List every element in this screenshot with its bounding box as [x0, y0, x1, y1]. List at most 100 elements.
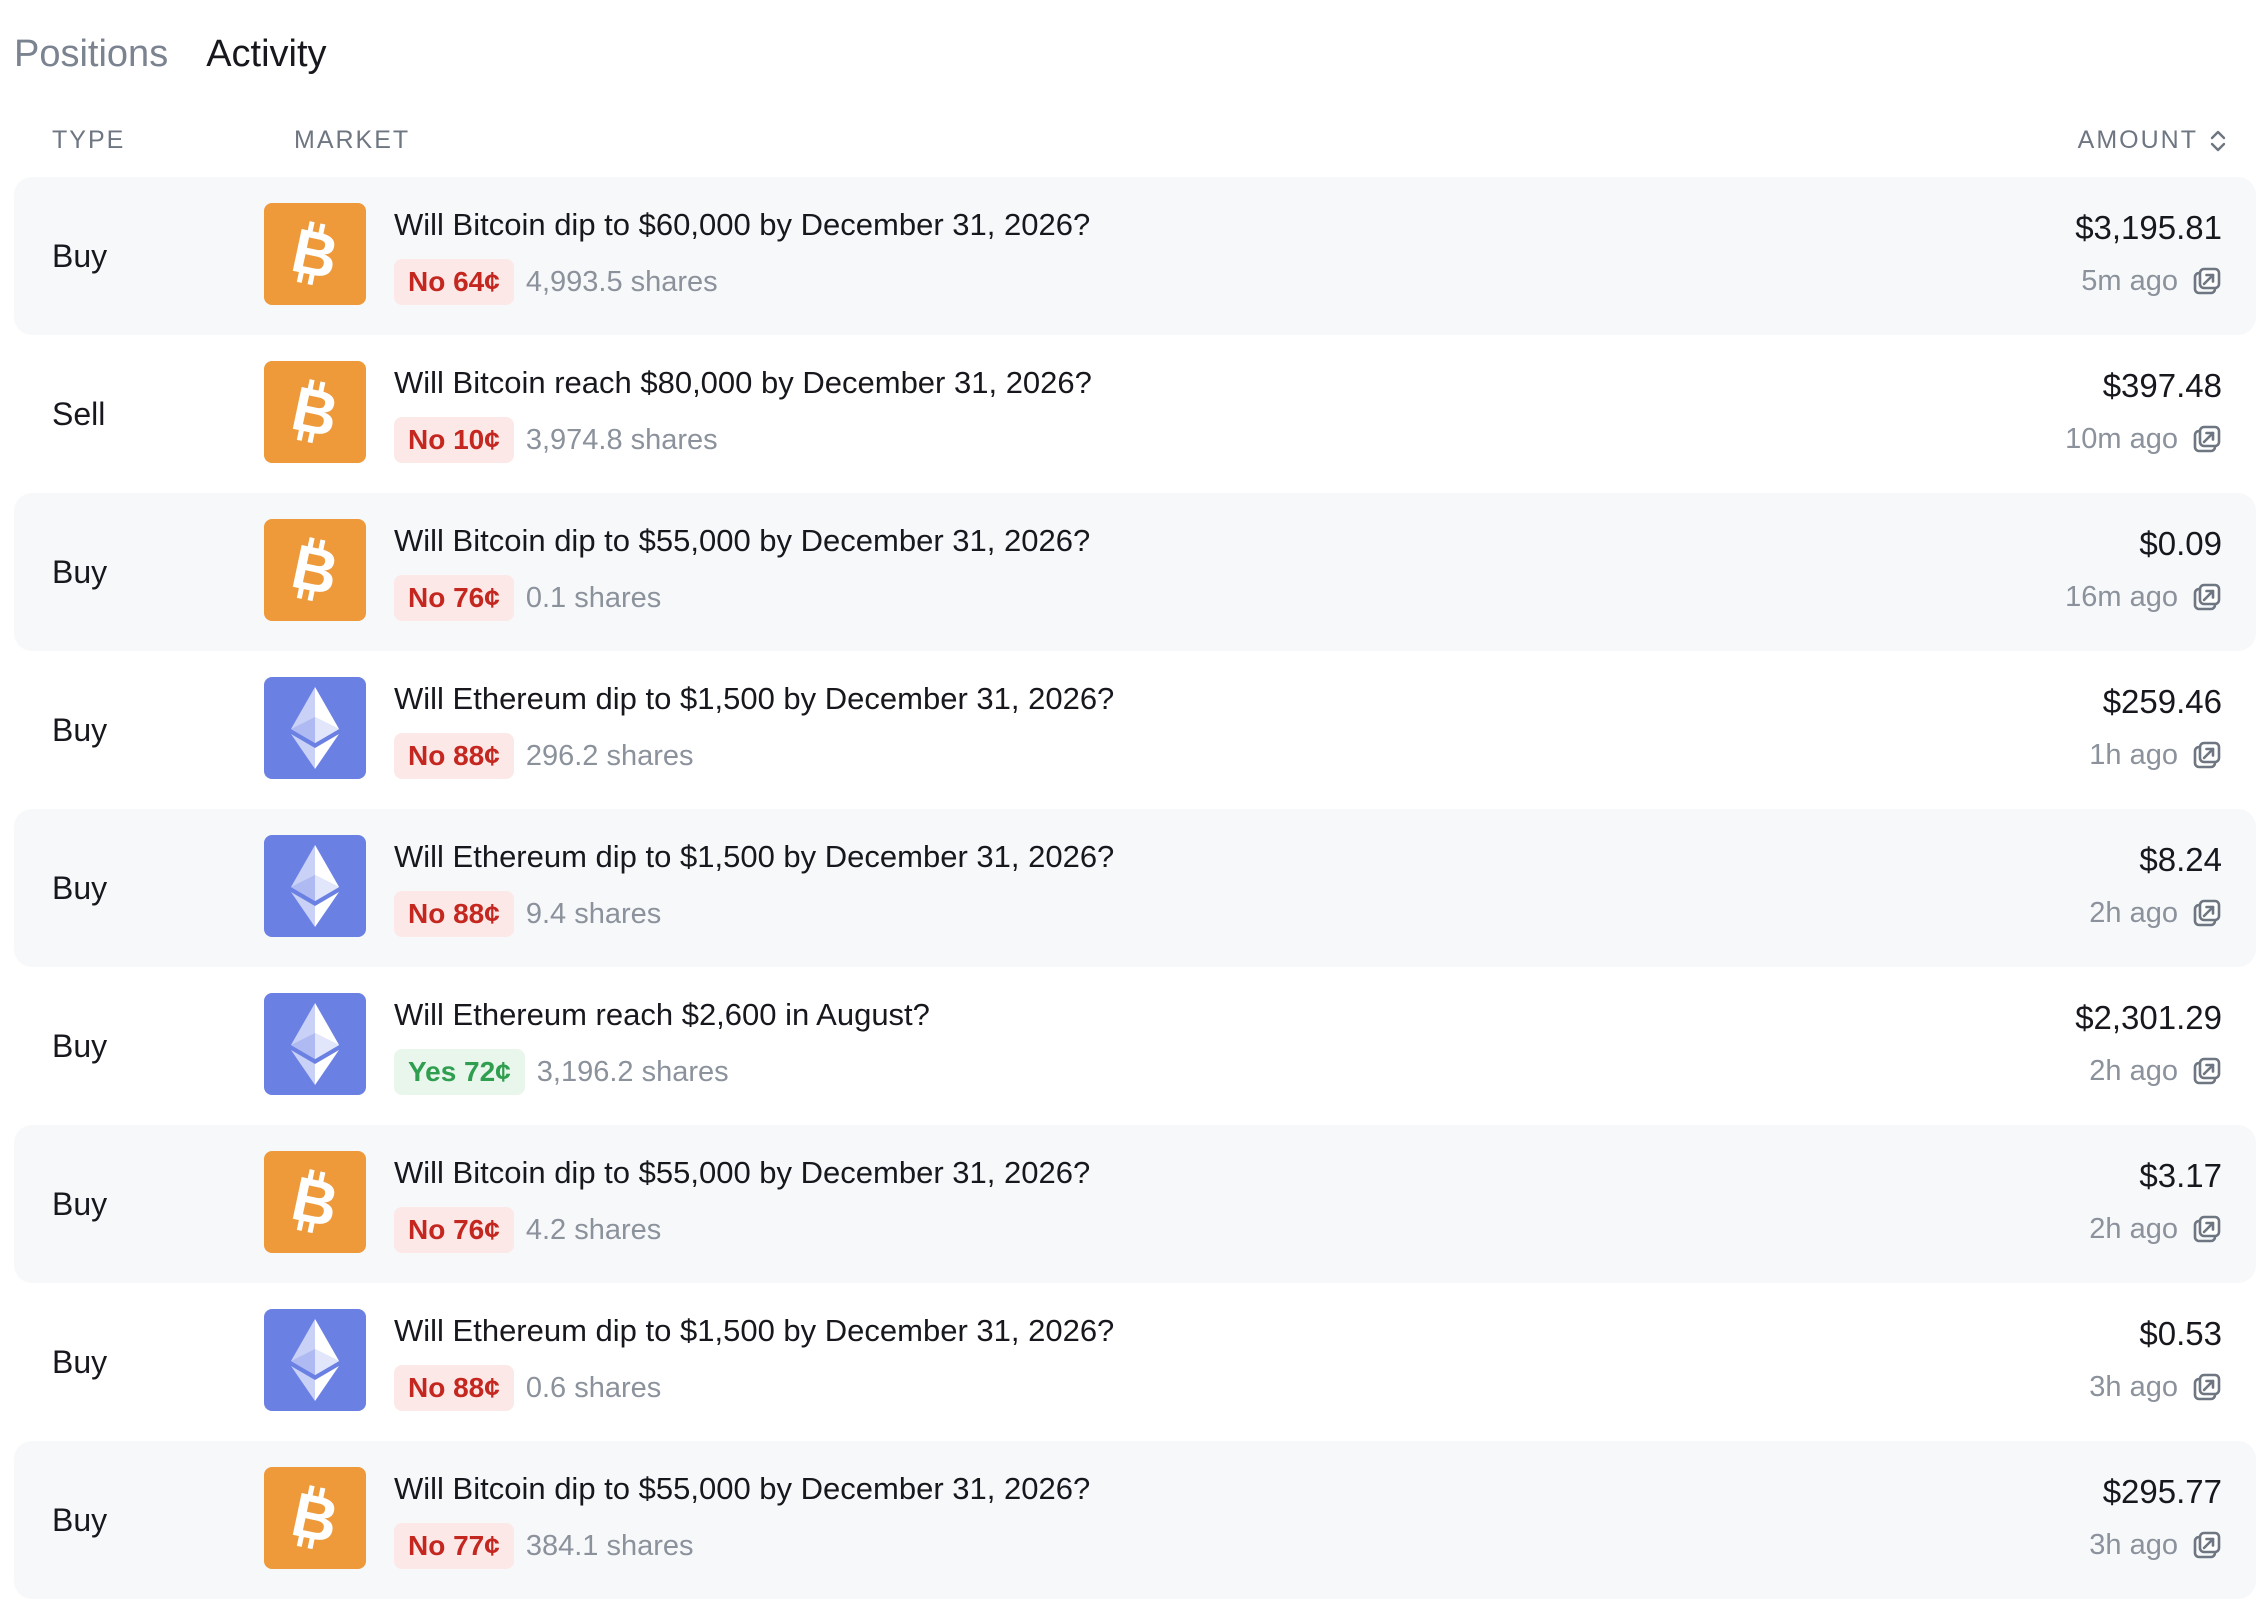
trade-type: Buy — [52, 554, 108, 590]
external-link-icon[interactable] — [2192, 1372, 2222, 1402]
activity-row[interactable]: Buy Will Ethereum dip to $1,500 by Decem… — [14, 1283, 2256, 1441]
trade-meta: No 77¢ 384.1 shares — [394, 1522, 694, 1570]
column-header-type: TYPE — [52, 126, 126, 154]
shares-count: 4,993.5 shares — [525, 265, 718, 298]
activity-row[interactable]: Buy B Will Bitcoin dip to $55,000 by Dec… — [14, 1125, 2256, 1283]
column-header-amount-label: AMOUNT — [2077, 126, 2198, 154]
external-link-icon[interactable] — [2192, 1056, 2222, 1086]
trade-amount: $295.77 — [2102, 1473, 2222, 1510]
trade-time-link[interactable]: 10m ago — [2065, 419, 2222, 459]
trade-amount: $0.53 — [2139, 1315, 2222, 1352]
trade-time-link[interactable]: 1h ago — [2089, 735, 2222, 775]
shares-count: 9.4 shares — [525, 897, 662, 930]
external-link-icon[interactable] — [2192, 740, 2222, 770]
external-link-icon[interactable] — [2192, 424, 2222, 454]
trade-time: 16m ago — [2065, 580, 2178, 613]
trade-amount: $3.17 — [2139, 1157, 2222, 1194]
trade-time-link[interactable]: 5m ago — [2081, 261, 2222, 301]
trade-time-link[interactable]: 16m ago — [2065, 577, 2222, 617]
shares-count: 0.6 shares — [525, 1371, 662, 1404]
external-link-icon[interactable] — [2192, 266, 2222, 296]
svg-text:B: B — [286, 1483, 344, 1553]
activity-page: Positions Activity TYPE MARKET AMOUNT Bu… — [0, 0, 2262, 1606]
trade-time: 2h ago — [2089, 896, 2178, 929]
trade-time-link[interactable]: 2h ago — [2089, 1051, 2222, 1091]
bitcoin-icon: B — [264, 203, 366, 305]
activity-row[interactable]: Buy B Will Bitcoin dip to $55,000 by Dec… — [14, 1441, 2256, 1599]
trade-amount: $0.09 — [2139, 525, 2222, 562]
tab-positions[interactable]: Positions — [14, 24, 168, 84]
external-link-icon[interactable] — [2192, 1530, 2222, 1560]
trade-meta: No 64¢ 4,993.5 shares — [394, 258, 718, 306]
trade-time: 3h ago — [2089, 1528, 2178, 1561]
trade-amount: $8.24 — [2139, 841, 2222, 878]
bitcoin-icon: B — [264, 519, 366, 621]
market-title[interactable]: Will Ethereum dip to $1,500 by December … — [394, 839, 1114, 875]
trade-time: 3h ago — [2089, 1370, 2178, 1403]
trade-type: Buy — [52, 1028, 108, 1064]
tab-activity[interactable]: Activity — [206, 24, 326, 84]
bitcoin-icon: B — [264, 361, 366, 463]
activity-row[interactable]: Buy Will Ethereum dip to $1,500 by Decem… — [14, 809, 2256, 967]
trade-meta: No 10¢ 3,974.8 shares — [394, 416, 718, 464]
external-link-icon[interactable] — [2192, 582, 2222, 612]
trade-meta: Yes 72¢ 3,196.2 shares — [394, 1048, 729, 1096]
market-title[interactable]: Will Bitcoin reach $80,000 by December 3… — [394, 365, 1092, 401]
svg-text:B: B — [286, 219, 344, 289]
ethereum-icon — [264, 1309, 366, 1411]
trade-type: Buy — [52, 870, 108, 906]
market-title[interactable]: Will Ethereum reach $2,600 in August? — [394, 997, 930, 1033]
activity-row[interactable]: Sell B Will Bitcoin reach $80,000 by Dec… — [14, 335, 2256, 493]
trade-time: 2h ago — [2089, 1212, 2178, 1245]
external-link-icon[interactable] — [2192, 1214, 2222, 1244]
trade-meta: No 88¢ 0.6 shares — [394, 1364, 661, 1412]
activity-row[interactable]: Buy B Will Bitcoin dip to $60,000 by Dec… — [14, 177, 2256, 335]
svg-text:B: B — [286, 377, 344, 447]
shares-count: 0.1 shares — [525, 581, 662, 614]
market-title[interactable]: Will Ethereum dip to $1,500 by December … — [394, 681, 1114, 717]
trade-time-link[interactable]: 3h ago — [2089, 1525, 2222, 1565]
shares-count: 3,196.2 shares — [536, 1055, 729, 1088]
trade-time: 10m ago — [2065, 422, 2178, 455]
activity-row[interactable]: Buy Will Ethereum reach $2,600 in August… — [14, 967, 2256, 1125]
market-title[interactable]: Will Ethereum dip to $1,500 by December … — [394, 1313, 1114, 1349]
shares-count: 3,974.8 shares — [525, 423, 718, 456]
market-title[interactable]: Will Bitcoin dip to $55,000 by December … — [394, 523, 1090, 559]
market-title[interactable]: Will Bitcoin dip to $55,000 by December … — [394, 1471, 1090, 1507]
trade-type: Buy — [52, 712, 108, 748]
tab-bar: Positions Activity — [14, 24, 365, 84]
trade-amount: $397.48 — [2102, 367, 2222, 404]
sort-icon[interactable] — [2208, 127, 2228, 155]
market-title[interactable]: Will Bitcoin dip to $60,000 by December … — [394, 207, 1090, 243]
outcome-badge: No 10¢ — [394, 417, 514, 463]
outcome-badge: No 88¢ — [394, 891, 514, 937]
trade-time-link[interactable]: 2h ago — [2089, 1209, 2222, 1249]
trade-meta: No 76¢ 4.2 shares — [394, 1206, 661, 1254]
activity-row[interactable]: Buy Will Ethereum dip to $1,500 by Decem… — [14, 651, 2256, 809]
outcome-badge: No 64¢ — [394, 259, 514, 305]
trade-type: Buy — [52, 1344, 108, 1380]
trade-meta: No 76¢ 0.1 shares — [394, 574, 661, 622]
market-title[interactable]: Will Bitcoin dip to $55,000 by December … — [394, 1155, 1090, 1191]
trade-time: 1h ago — [2089, 738, 2178, 771]
outcome-badge: No 77¢ — [394, 1523, 514, 1569]
trade-type: Sell — [52, 396, 106, 432]
outcome-badge: No 76¢ — [394, 575, 514, 621]
trade-time-link[interactable]: 2h ago — [2089, 893, 2222, 933]
trade-time-link[interactable]: 3h ago — [2089, 1367, 2222, 1407]
bitcoin-icon: B — [264, 1151, 366, 1253]
column-header-amount[interactable]: AMOUNT — [2078, 126, 2228, 155]
shares-count: 4.2 shares — [525, 1213, 662, 1246]
column-header-market: MARKET — [294, 126, 411, 154]
ethereum-icon — [264, 993, 366, 1095]
trade-meta: No 88¢ 9.4 shares — [394, 890, 661, 938]
trade-time: 5m ago — [2081, 264, 2178, 297]
trade-amount: $259.46 — [2102, 683, 2222, 720]
external-link-icon[interactable] — [2192, 898, 2222, 928]
ethereum-icon — [264, 835, 366, 937]
trade-time: 2h ago — [2089, 1054, 2178, 1087]
activity-list: Buy B Will Bitcoin dip to $60,000 by Dec… — [14, 177, 2256, 1599]
trade-type: Buy — [52, 238, 108, 274]
outcome-badge: No 76¢ — [394, 1207, 514, 1253]
activity-row[interactable]: Buy B Will Bitcoin dip to $55,000 by Dec… — [14, 493, 2256, 651]
